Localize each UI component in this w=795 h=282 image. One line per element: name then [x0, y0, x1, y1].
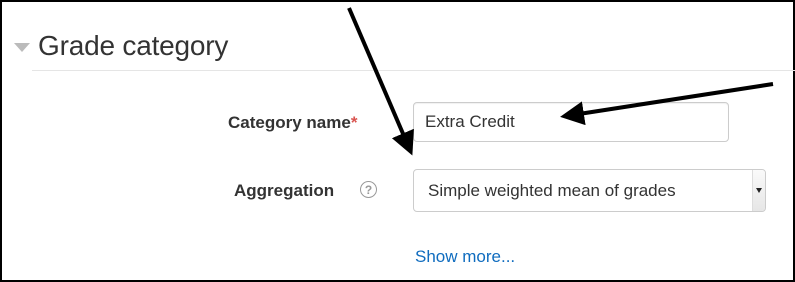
section-title: Grade category	[38, 30, 229, 61]
aggregation-selected-value: Simple weighted mean of grades	[428, 181, 676, 200]
chevron-down-icon	[756, 188, 762, 193]
select-dropdown-button[interactable]	[752, 170, 765, 211]
category-name-label: Category name*	[228, 113, 357, 133]
aggregation-label: Aggregation	[234, 181, 335, 200]
help-icon[interactable]: ?	[360, 181, 377, 198]
category-name-label-text: Category name	[228, 113, 351, 132]
required-icon: *	[350, 113, 358, 132]
section-header[interactable]: Grade category	[14, 26, 228, 66]
show-more-link[interactable]: Show more...	[415, 247, 515, 267]
section-divider	[32, 70, 795, 71]
aggregation-select[interactable]: Simple weighted mean of grades	[413, 169, 766, 212]
category-name-input[interactable]	[413, 102, 729, 142]
triangle-down-icon[interactable]	[14, 43, 30, 52]
